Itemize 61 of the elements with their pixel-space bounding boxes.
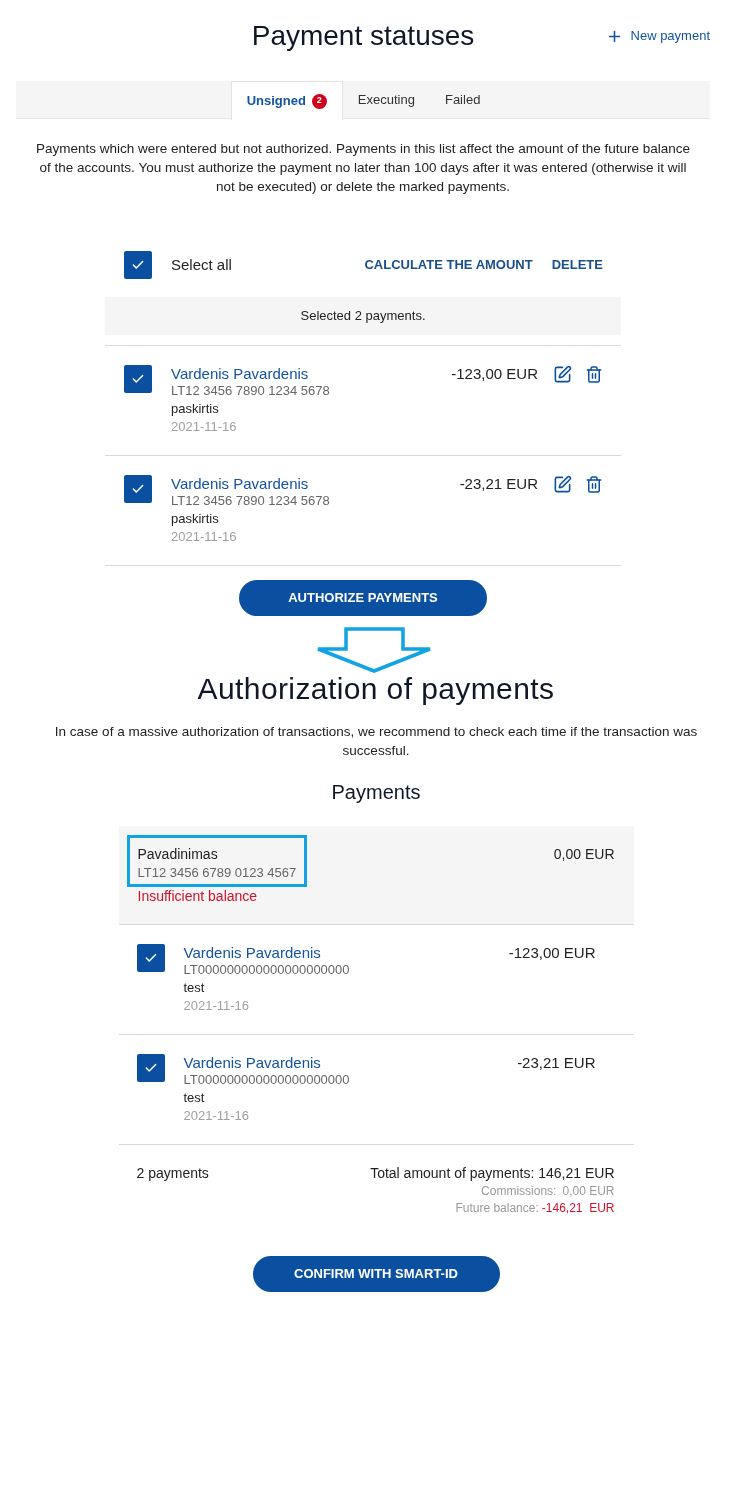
payment-purpose: test: [183, 979, 205, 997]
account-number: LT12 3456 7890 1234 5678: [171, 383, 330, 399]
authorization-title: Authorization of payments: [197, 673, 555, 705]
tab[interactable]: Failed: [429, 81, 496, 119]
payment-date: 2021-11-16: [171, 418, 237, 436]
count-badge: 2: [311, 93, 327, 109]
checkbox[interactable]: [124, 251, 152, 279]
edit-icon[interactable]: [553, 365, 572, 384]
payee-name[interactable]: Vardenis Pavardenis: [183, 1054, 321, 1072]
confirm-smart-id-button[interactable]: CONFIRM WITH SMART-ID: [252, 1256, 500, 1292]
payee-name[interactable]: Vardenis Pavardenis: [183, 944, 321, 962]
payment-purpose: paskirtis: [171, 400, 219, 418]
account-number: LT12 3456 7890 1234 5678: [171, 493, 330, 509]
payee-name[interactable]: Vardenis Pavardenis: [171, 475, 309, 493]
check-icon: [131, 372, 145, 386]
account-number: LT000000000000000000000: [183, 1072, 350, 1088]
payment-date: 2021-11-16: [171, 528, 237, 546]
payee-name[interactable]: Vardenis Pavardenis: [171, 365, 309, 383]
down-arrow-icon: [315, 627, 433, 673]
checkbox[interactable]: [136, 944, 165, 972]
delete-icon[interactable]: [585, 365, 603, 384]
edit-icon[interactable]: [553, 475, 572, 494]
account-name: Pavadinimas: [137, 845, 218, 864]
payments-heading: Payments: [331, 780, 421, 804]
commissions-label: Commissions:: [481, 1183, 557, 1200]
payment-amount: -123,00 EUR: [508, 944, 596, 962]
payment-count: 2 payments: [136, 1164, 209, 1183]
checkbox[interactable]: [124, 365, 152, 393]
checkbox[interactable]: [136, 1054, 165, 1082]
check-icon: [131, 258, 145, 272]
payment-purpose: paskirtis: [171, 510, 219, 528]
account-balance: 0,00 EUR: [553, 845, 615, 864]
page-title: Payment statuses: [251, 19, 475, 53]
check-icon: [143, 1061, 158, 1075]
commissions-value: 0,00 EUR: [562, 1183, 615, 1200]
account-iban: LT12 3456 6789 0123 4567: [137, 864, 297, 882]
payment-date: 2021-11-16: [183, 1107, 250, 1125]
authorize-payments-button[interactable]: AUTHORIZE PAYMENTS: [239, 580, 487, 616]
notice-text: In case of a massive authorization of transactions, we recommend to check each time if the transaction was successful.: [53, 723, 699, 760]
future-balance-value: -146,21 EUR: [541, 1200, 615, 1217]
balance-warning: Insufficient balance: [137, 887, 258, 905]
payment-purpose: test: [183, 1089, 205, 1107]
payment-amount: -23,21 EUR: [459, 475, 538, 493]
tab[interactable]: Executing: [342, 81, 430, 119]
select-all-label[interactable]: Select all: [171, 253, 232, 277]
action-link[interactable]: DELETE: [551, 255, 603, 275]
payment-amount: -123,00 EUR: [451, 365, 538, 383]
new-payment-link[interactable]: New payment: [605, 26, 710, 46]
check-icon: [143, 951, 158, 965]
selection-note: Selected 2 payments.: [300, 307, 426, 326]
tab[interactable]: Unsigned 2: [230, 81, 343, 120]
checkbox[interactable]: [124, 475, 152, 503]
payment-date: 2021-11-16: [183, 997, 250, 1015]
check-icon: [131, 482, 145, 496]
future-balance-label: Future balance:: [455, 1200, 539, 1217]
description-text: Payments which were entered but not authorized. Payments in this list affect the amount of the future balance of the accounts. You must authorize the payment no later than 100 days after it was entered (otherwise it will not be executed) or delete the marked payments.: [34, 140, 692, 196]
account-number: LT000000000000000000000: [183, 962, 350, 978]
action-link[interactable]: CALCULATE THE AMOUNT: [364, 255, 533, 275]
payment-amount: -23,21 EUR: [517, 1054, 596, 1072]
delete-icon[interactable]: [585, 475, 603, 494]
total-amount: Total amount of payments: 146,21 EUR: [370, 1164, 615, 1183]
